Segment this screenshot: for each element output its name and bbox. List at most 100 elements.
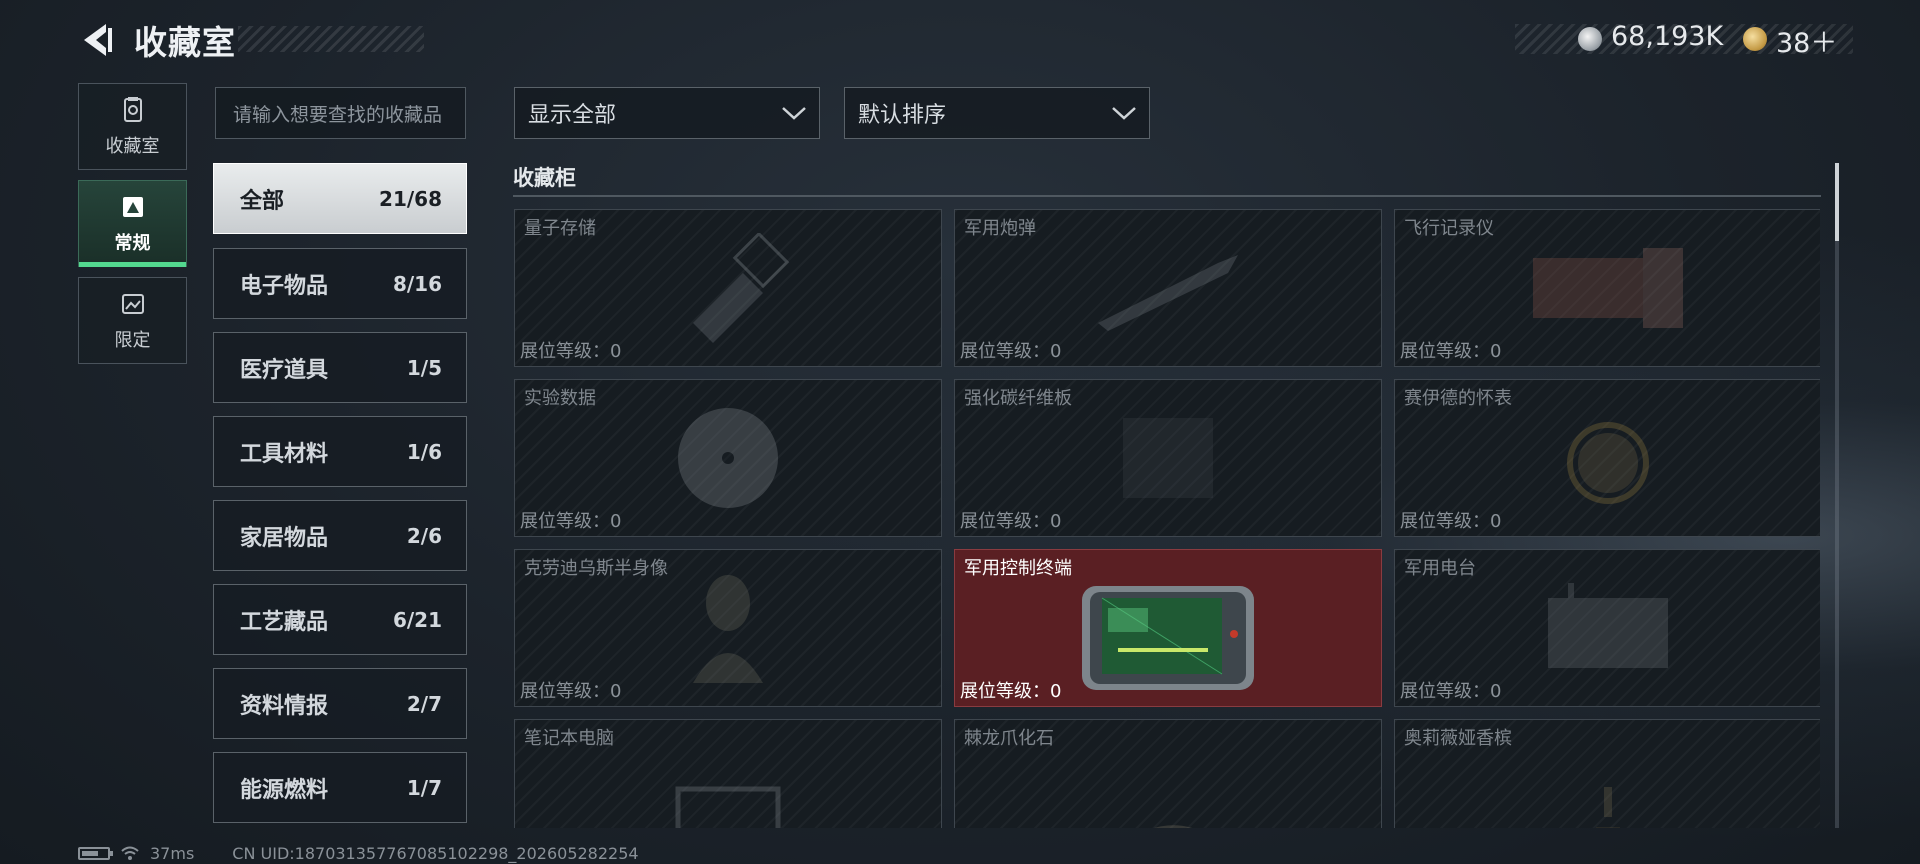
item-level: 展位等级：0 [1400,511,1502,532]
item-name: 飞行记录仪 [1404,218,1494,239]
claw-fossil-icon [1154,825,1192,828]
category-count: 2/7 [406,691,442,716]
dropdown-value: 显示全部 [528,103,617,128]
status-bar: 37ms CN UID:187031357767085102298_202605… [78,843,639,863]
category-count: 1/5 [406,355,442,380]
radio-icon [1548,583,1668,668]
back-arrow-icon[interactable] [76,20,116,60]
dropdown-value: 默认排序 [858,103,947,128]
collection-item-card[interactable]: 量子存储 展位等级：0 [514,209,942,367]
item-name: 量子存储 [524,218,596,239]
category-name: 资料情报 [240,693,329,719]
silver-currency-amount: 68,193K [1611,21,1724,52]
gold-currency-amount[interactable]: 38＋ [1776,21,1837,60]
collection-item-card[interactable]: 军用炮弹 展位等级：0 [954,209,1382,367]
category-name: 工艺藏品 [240,609,329,635]
pocket-watch-icon [1567,422,1649,504]
category-name: 医疗道具 [240,357,329,383]
item-level: 展位等级：0 [520,681,622,702]
gold-coin-icon [1743,27,1767,51]
item-name: 军用控制终端 [964,558,1072,579]
tab-limited[interactable]: 限定 [78,277,187,364]
category-tools[interactable]: 工具材料 1/6 [213,416,467,487]
category-count: 2/6 [406,523,442,548]
flight-recorder-icon [1533,248,1683,328]
sort-dropdown[interactable]: 默认排序 [844,87,1150,139]
item-name: 赛伊德的怀表 [1404,388,1512,409]
category-all[interactable]: 全部 21/68 [213,163,467,234]
item-level: 展位等级：0 [520,511,622,532]
tab-label: 常规 [114,232,151,254]
item-name: 奥莉薇娅香槟 [1404,728,1512,749]
uid-text: CN UID:187031357767085102298_20260528225… [232,843,639,863]
section-title: 收藏柜 [513,166,576,190]
tab-label: 限定 [114,329,151,351]
control-terminal-icon [1082,586,1254,691]
collection-item-card[interactable]: 实验数据 展位等级：0 [514,379,942,537]
collection-item-card[interactable]: 克劳迪乌斯半身像 展位等级：0 [514,549,942,707]
silver-coin-icon [1578,27,1602,51]
section-divider [513,195,1821,197]
collection-room-icon [123,96,142,122]
page-title: 收藏室 [134,23,236,62]
category-name: 家居物品 [240,525,329,551]
chevron-down-icon [1112,107,1136,120]
collection-item-card[interactable]: 强化碳纤维板 展位等级：0 [954,379,1382,537]
collection-item-card[interactable]: 飞行记录仪 展位等级：0 [1394,209,1820,367]
limited-icon [121,293,144,314]
chevron-down-icon [782,107,806,120]
display-filter-dropdown[interactable]: 显示全部 [514,87,820,139]
collection-item-card[interactable]: 笔记本电脑 [514,719,942,828]
item-name: 强化碳纤维板 [964,388,1072,409]
category-medical[interactable]: 医疗道具 1/5 [213,332,467,403]
item-level: 展位等级：0 [520,341,622,362]
tab-collection-room[interactable]: 收藏室 [78,83,187,170]
category-electronics[interactable]: 电子物品 8/16 [213,248,467,319]
data-disc-icon [678,408,778,508]
tab-regular[interactable]: 常规 [78,180,187,267]
usb-drive-icon [693,233,790,343]
item-name: 实验数据 [524,388,596,409]
category-fuel[interactable]: 能源燃料 1/7 [213,752,467,823]
item-name: 笔记本电脑 [524,728,614,749]
category-name: 电子物品 [240,273,329,299]
category-name: 全部 [240,188,285,214]
category-name: 能源燃料 [240,777,329,803]
item-level: 展位等级：0 [1400,341,1502,362]
bust-statue-icon [693,575,763,683]
item-name: 军用电台 [1404,558,1476,579]
title-stripe [238,26,424,52]
carbon-plate-icon [1123,418,1213,498]
tab-label: 收藏室 [105,135,160,157]
regular-icon [122,196,143,217]
item-level: 展位等级：0 [960,681,1062,702]
item-level: 展位等级：0 [960,341,1062,362]
collection-item-card[interactable]: 赛伊德的怀表 展位等级：0 [1394,379,1820,537]
collection-item-card[interactable]: 棘龙爪化石 [954,719,1382,828]
category-count: 21/68 [379,186,442,211]
category-household[interactable]: 家居物品 2/6 [213,500,467,571]
category-intel[interactable]: 资料情报 2/7 [213,668,467,739]
laptop-icon [675,786,781,828]
item-name: 棘龙爪化石 [964,728,1054,749]
collection-item-card[interactable]: 奥莉薇娅香槟 [1394,719,1820,828]
category-count: 1/6 [406,439,442,464]
item-name: 克劳迪乌斯半身像 [524,558,668,579]
collection-item-card[interactable]: 军用电台 展位等级：0 [1394,549,1820,707]
collection-item-card-highlighted[interactable]: 军用控制终端 展位等级：0 [954,549,1382,707]
category-count: 6/21 [392,607,442,632]
wifi-icon [121,846,139,860]
item-name: 军用炮弹 [964,218,1036,239]
category-count: 1/7 [406,775,442,800]
scrollbar-track[interactable] [1835,163,1839,828]
item-level: 展位等级：0 [960,511,1062,532]
champagne-icon [1595,787,1621,828]
category-crafts[interactable]: 工艺藏品 6/21 [213,584,467,655]
artillery-shell-icon [1098,255,1238,331]
collection-grid: 量子存储 展位等级：0 军用炮弹 展位等级：0 飞行记录仪 展位等级：0 实验数… [514,209,1820,828]
search-input[interactable]: 请输入想要查找的收藏品 [215,87,466,139]
category-name: 工具材料 [240,441,329,467]
scrollbar-thumb[interactable] [1835,163,1839,241]
battery-icon [78,846,113,860]
category-count: 8/16 [392,271,442,296]
